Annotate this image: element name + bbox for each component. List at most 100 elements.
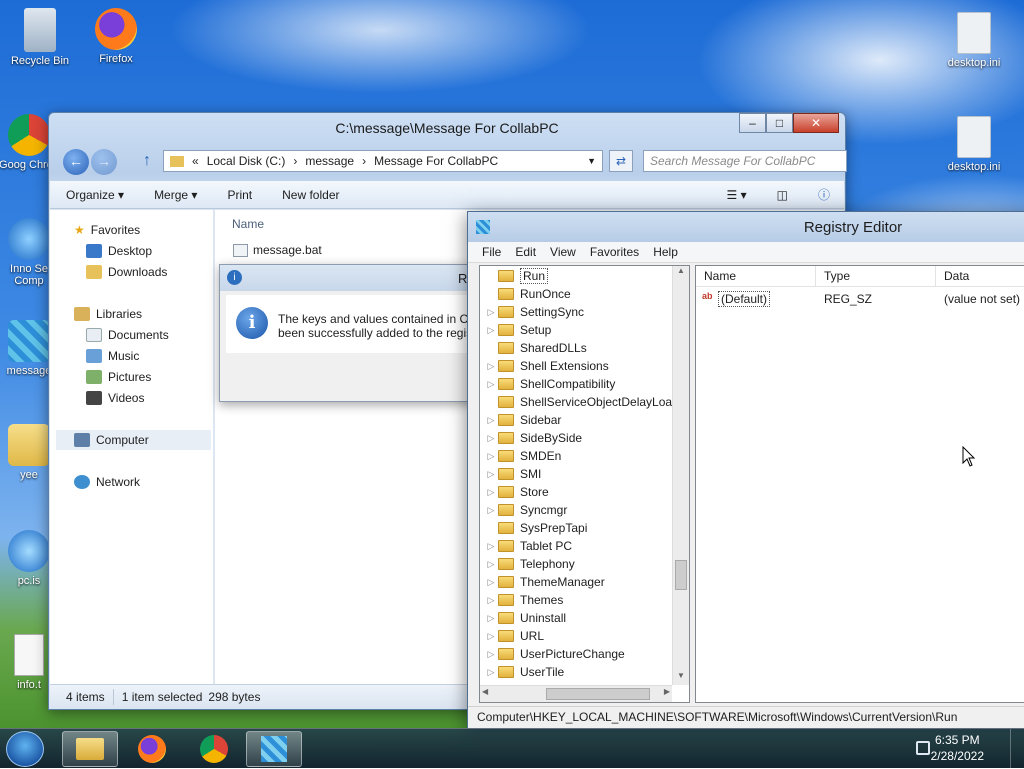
expand-arrow-icon[interactable]: ▷ bbox=[484, 667, 498, 678]
hscroll-thumb[interactable] bbox=[546, 688, 650, 700]
expand-arrow-icon[interactable]: ▷ bbox=[484, 541, 498, 552]
tree-item[interactable]: ▷ Telephony bbox=[484, 555, 575, 573]
new-folder-button[interactable]: New folder bbox=[282, 188, 339, 202]
tree-item[interactable]: ▷ SMI bbox=[484, 465, 542, 483]
expand-arrow-icon[interactable]: ▷ bbox=[484, 361, 498, 372]
preview-pane-icon[interactable]: ◫ bbox=[777, 188, 788, 202]
up-button[interactable]: ↑ bbox=[143, 152, 151, 170]
desktop-icon-desktop-ini-2[interactable]: desktop.ini bbox=[936, 116, 1012, 173]
tree-item[interactable]: ▷ ShellCompatibility bbox=[484, 375, 616, 393]
tree-item[interactable]: ▷ Store bbox=[484, 483, 549, 501]
desktop-icon-recycle-bin[interactable]: Recycle Bin bbox=[2, 8, 78, 67]
tree-horizontal-scrollbar[interactable]: ◀ ▶ bbox=[480, 685, 672, 702]
expand-arrow-icon[interactable]: ▷ bbox=[484, 505, 498, 516]
expand-arrow-icon[interactable]: ▷ bbox=[484, 487, 498, 498]
refresh-button[interactable]: ⇄ bbox=[609, 150, 633, 172]
breadcrumb-message[interactable]: message bbox=[305, 154, 354, 168]
nav-videos[interactable]: Videos bbox=[86, 388, 213, 408]
tree-item[interactable]: ▷ URL bbox=[484, 627, 544, 645]
tree-item[interactable]: ShellServiceObjectDelayLoad bbox=[484, 393, 679, 411]
expand-arrow-icon[interactable]: ▷ bbox=[484, 595, 498, 606]
menu-edit[interactable]: Edit bbox=[515, 245, 536, 259]
column-header-name[interactable]: Name bbox=[696, 266, 816, 287]
explorer-titlebar[interactable]: C:\message\Message For CollabPC – □ ✕ bbox=[49, 113, 845, 143]
tree-item[interactable]: ▷ Shell Extensions bbox=[484, 357, 609, 375]
tree-item[interactable]: Run bbox=[484, 267, 549, 285]
back-button[interactable]: ← bbox=[63, 149, 89, 175]
forward-button[interactable]: → bbox=[91, 149, 117, 175]
tree-item[interactable]: ▷ UserPictureChange bbox=[484, 645, 625, 663]
desktop-icon-firefox[interactable]: Firefox bbox=[78, 8, 154, 65]
nav-favorites[interactable]: ★ Favorites bbox=[74, 220, 213, 240]
tree-item[interactable]: ▷ SideBySide bbox=[484, 429, 583, 447]
tree-item[interactable]: SysPrepTapi bbox=[484, 519, 587, 537]
taskbar-explorer-button[interactable] bbox=[62, 731, 118, 767]
expand-arrow-icon[interactable]: ▷ bbox=[484, 307, 498, 318]
tree-item[interactable]: RunOnce bbox=[484, 285, 571, 303]
breadcrumb-local-disk[interactable]: Local Disk (C:) bbox=[207, 154, 286, 168]
network-tray-icon[interactable] bbox=[916, 741, 930, 755]
menu-favorites[interactable]: Favorites bbox=[590, 245, 639, 259]
breadcrumb-current[interactable]: Message For CollabPC bbox=[374, 154, 498, 168]
start-button[interactable] bbox=[6, 731, 44, 767]
tree-item[interactable]: ▷ SMDEn bbox=[484, 447, 562, 465]
tree-item[interactable]: ▷ Uninstall bbox=[484, 609, 567, 627]
taskbar-regedit-button[interactable] bbox=[246, 731, 302, 767]
nav-downloads[interactable]: Downloads bbox=[86, 262, 213, 282]
column-header-data[interactable]: Data bbox=[936, 266, 1024, 287]
tree-item[interactable]: ▷ UserTile bbox=[484, 663, 565, 681]
scroll-right-icon[interactable]: ▶ bbox=[664, 687, 670, 696]
dialog-titlebar[interactable]: i R bbox=[220, 265, 478, 291]
nav-computer[interactable]: Computer bbox=[56, 430, 211, 450]
nav-libraries[interactable]: Libraries bbox=[74, 304, 213, 324]
tree-item[interactable]: ▷ Tablet PC bbox=[484, 537, 573, 555]
breadcrumb-overflow[interactable]: « bbox=[192, 154, 199, 168]
nav-network[interactable]: Network bbox=[74, 472, 213, 492]
search-input[interactable]: Search Message For CollabPC bbox=[643, 150, 847, 172]
desktop-icon-desktop-ini-1[interactable]: desktop.ini bbox=[936, 12, 1012, 69]
expand-arrow-icon[interactable]: ▷ bbox=[484, 577, 498, 588]
expand-arrow-icon[interactable]: ▷ bbox=[484, 379, 498, 390]
expand-arrow-icon[interactable]: ▷ bbox=[484, 559, 498, 570]
maximize-button[interactable]: □ bbox=[766, 113, 793, 133]
tree-item[interactable]: SharedDLLs bbox=[484, 339, 587, 357]
expand-arrow-icon[interactable]: ▷ bbox=[484, 469, 498, 480]
scroll-left-icon[interactable]: ◀ bbox=[482, 687, 488, 696]
taskbar-chrome-button[interactable] bbox=[186, 731, 242, 767]
show-desktop-button[interactable] bbox=[1010, 729, 1024, 769]
organize-button[interactable]: Organize ▾ bbox=[66, 188, 124, 202]
tree-item[interactable]: ▷ Sidebar bbox=[484, 411, 562, 429]
expand-arrow-icon[interactable]: ▷ bbox=[484, 433, 498, 444]
scroll-down-icon[interactable]: ▼ bbox=[673, 671, 689, 685]
minimize-button[interactable]: – bbox=[739, 113, 766, 133]
expand-arrow-icon[interactable]: ▷ bbox=[484, 631, 498, 642]
value-row[interactable]: ab (Default) REG_SZ (value not set) bbox=[702, 290, 1024, 308]
regedit-titlebar[interactable]: Registry Editor bbox=[468, 212, 1024, 242]
taskbar-clock[interactable]: 6:35 PM 2/28/2022 bbox=[931, 732, 984, 764]
nav-music[interactable]: Music bbox=[86, 346, 213, 366]
tree-item[interactable]: ▷ Syncmgr bbox=[484, 501, 568, 519]
address-dropdown-icon[interactable]: ▼ bbox=[587, 156, 596, 166]
close-button[interactable]: ✕ bbox=[793, 113, 839, 133]
tree-item[interactable]: ▷ Themes bbox=[484, 591, 564, 609]
scroll-thumb[interactable] bbox=[675, 560, 687, 590]
menu-help[interactable]: Help bbox=[653, 245, 678, 259]
nav-desktop[interactable]: Desktop bbox=[86, 241, 213, 261]
expand-arrow-icon[interactable]: ▷ bbox=[484, 649, 498, 660]
nav-documents[interactable]: Documents bbox=[86, 325, 213, 345]
address-bar[interactable]: « Local Disk (C:) › message › Message Fo… bbox=[163, 150, 603, 172]
expand-arrow-icon[interactable]: ▷ bbox=[484, 451, 498, 462]
tree-vertical-scrollbar[interactable]: ▲ ▼ bbox=[672, 266, 689, 685]
view-options-icon[interactable]: ☰ ▾ bbox=[727, 188, 747, 202]
column-header-name[interactable]: Name bbox=[232, 217, 264, 231]
expand-arrow-icon[interactable]: ▷ bbox=[484, 325, 498, 336]
scroll-up-icon[interactable]: ▲ bbox=[673, 266, 689, 280]
expand-arrow-icon[interactable]: ▷ bbox=[484, 613, 498, 624]
file-item[interactable]: message.bat bbox=[233, 243, 322, 257]
tree-item[interactable]: ▷ SettingSync bbox=[484, 303, 585, 321]
nav-pictures[interactable]: Pictures bbox=[86, 367, 213, 387]
menu-view[interactable]: View bbox=[550, 245, 576, 259]
menu-file[interactable]: File bbox=[482, 245, 501, 259]
taskbar-firefox-button[interactable] bbox=[124, 731, 180, 767]
print-button[interactable]: Print bbox=[227, 188, 252, 202]
